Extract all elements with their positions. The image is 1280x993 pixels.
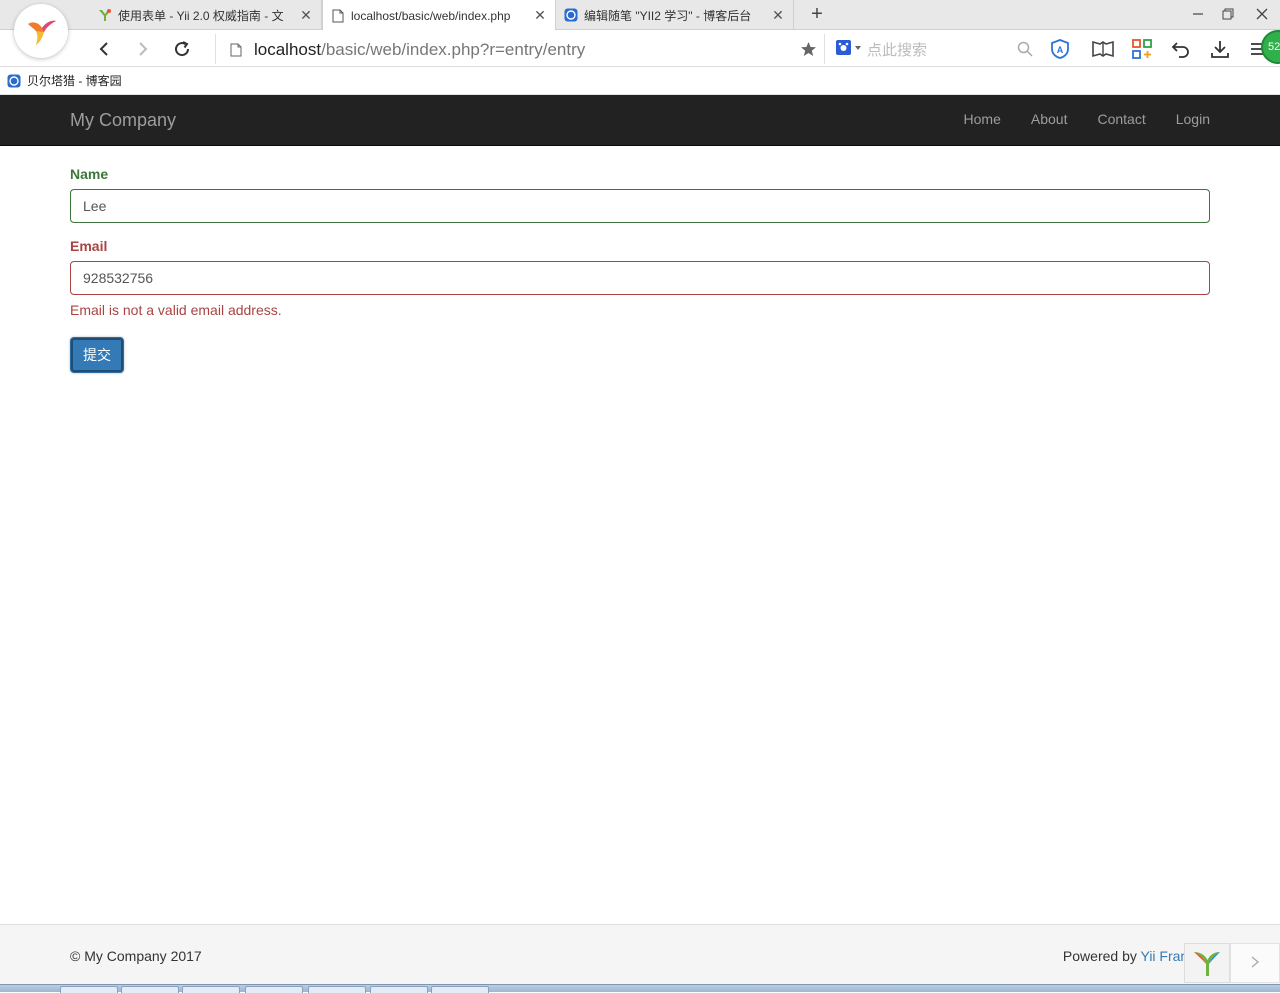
tab-localhost[interactable]: localhost/basic/web/index.php ✕: [322, 0, 556, 31]
back-arrow-icon: [99, 42, 108, 56]
nav-about[interactable]: About: [1016, 95, 1083, 143]
download-icon: [1211, 41, 1229, 58]
bookmarks-bar: 贝尔塔猎 - 博客园: [0, 67, 1280, 95]
nav-home[interactable]: Home: [949, 95, 1016, 143]
close-window-button[interactable]: [1250, 4, 1274, 26]
email-error-message: Email is not a valid email address.: [70, 302, 282, 318]
close-icon[interactable]: ✕: [771, 7, 785, 24]
page-icon: [331, 9, 345, 23]
tab-title: localhost/basic/web/index.php: [351, 8, 511, 23]
search-placeholder: 点此搜索: [867, 42, 928, 59]
nav-login[interactable]: Login: [1161, 95, 1210, 143]
search-box[interactable]: 点此搜索: [835, 38, 1035, 60]
svg-text:A: A: [1057, 45, 1064, 55]
cnblogs-icon: [7, 74, 21, 87]
forward-arrow-icon: [139, 42, 148, 56]
adblock-button[interactable]: A: [1048, 37, 1072, 61]
footer-copyright: © My Company 2017: [70, 948, 202, 964]
restore-icon: [1222, 8, 1234, 20]
email-input[interactable]: [70, 261, 1210, 295]
nav-menu: Home About Contact Login: [949, 95, 1210, 143]
browser-tab-bar: 使用表单 - Yii 2.0 权威指南 - 文 ✕ localhost/basi…: [0, 0, 1280, 58]
page-info-icon[interactable]: [230, 43, 242, 57]
yii-favicon-icon: [98, 8, 112, 22]
reload-icon: [175, 41, 190, 57]
email-label: Email: [70, 238, 108, 254]
close-icon[interactable]: ✕: [299, 7, 313, 24]
undo-icon: [1171, 42, 1189, 58]
address-bar[interactable]: localhost/basic/web/index.php?r=entry/en…: [215, 34, 825, 64]
reader-button[interactable]: [1091, 37, 1115, 61]
restore-button[interactable]: [1216, 4, 1240, 26]
hummingbird-icon: [28, 20, 56, 45]
chevron-right-icon: [1251, 956, 1260, 968]
entry-form: Name Email Email is not a valid email ad…: [70, 166, 1210, 373]
yii-logo-icon: [1194, 952, 1220, 976]
back-button[interactable]: [92, 37, 116, 61]
brand-link[interactable]: My Company: [70, 110, 176, 131]
search-icon[interactable]: [1017, 41, 1033, 57]
cnblogs-icon: [564, 8, 578, 22]
email-field-group: Email Email is not a valid email address…: [70, 238, 1210, 318]
yii-debug-toolbar-toggle[interactable]: [1184, 943, 1230, 983]
new-tab-button[interactable]: +: [806, 4, 828, 26]
powered-prefix: Powered by: [1062, 948, 1141, 964]
undo-close-button[interactable]: [1169, 37, 1193, 61]
site-navbar: My Company Home About Contact Login: [0, 95, 1280, 146]
tab-title: 使用表单 - Yii 2.0 权威指南 - 文: [118, 8, 284, 23]
tab-cnblogs-edit[interactable]: 编辑随笔 "YII2 学习" - 博客后台 ✕: [556, 0, 794, 30]
address-text: localhost/basic/web/index.php?r=entry/en…: [254, 40, 585, 60]
minimize-button[interactable]: [1186, 4, 1210, 26]
site-footer: © My Company 2017 Powered by Yii Framew: [0, 924, 1280, 984]
browser-logo[interactable]: [14, 4, 68, 58]
apps-grid-icon: [1132, 39, 1152, 59]
forward-button[interactable]: [131, 37, 155, 61]
os-taskbar: [0, 984, 1280, 993]
browser-toolbar: localhost/basic/web/index.php?r=entry/en…: [0, 30, 1280, 67]
close-icon[interactable]: ✕: [533, 7, 547, 24]
bookmark-label: 贝尔塔猎 - 博客园: [27, 74, 122, 88]
search-engine-icon[interactable]: [835, 39, 863, 57]
bookmark-item[interactable]: 贝尔塔猎 - 博客园: [7, 72, 122, 89]
tab-title: 编辑随笔 "YII2 学习" - 博客后台: [584, 8, 752, 23]
reload-button[interactable]: [170, 37, 194, 61]
close-window-icon: [1256, 8, 1268, 20]
name-field-group: Name: [70, 166, 1210, 223]
name-label: Name: [70, 166, 109, 182]
address-host: localhost: [254, 40, 322, 59]
minimize-icon: [1193, 13, 1203, 15]
shield-icon: A: [1051, 39, 1069, 59]
debug-toolbar-expand[interactable]: [1230, 943, 1280, 983]
name-input[interactable]: [70, 189, 1210, 223]
apps-button[interactable]: [1130, 37, 1154, 61]
bookmark-star-icon[interactable]: [800, 41, 817, 57]
address-path: /basic/web/index.php?r=entry/entry: [321, 40, 586, 59]
submit-button[interactable]: 提交: [70, 337, 124, 373]
tab-yii-guide[interactable]: 使用表单 - Yii 2.0 权威指南 - 文 ✕: [90, 0, 322, 30]
nav-contact[interactable]: Contact: [1082, 95, 1160, 143]
downloads-button[interactable]: [1208, 37, 1232, 61]
book-icon: [1092, 40, 1114, 58]
